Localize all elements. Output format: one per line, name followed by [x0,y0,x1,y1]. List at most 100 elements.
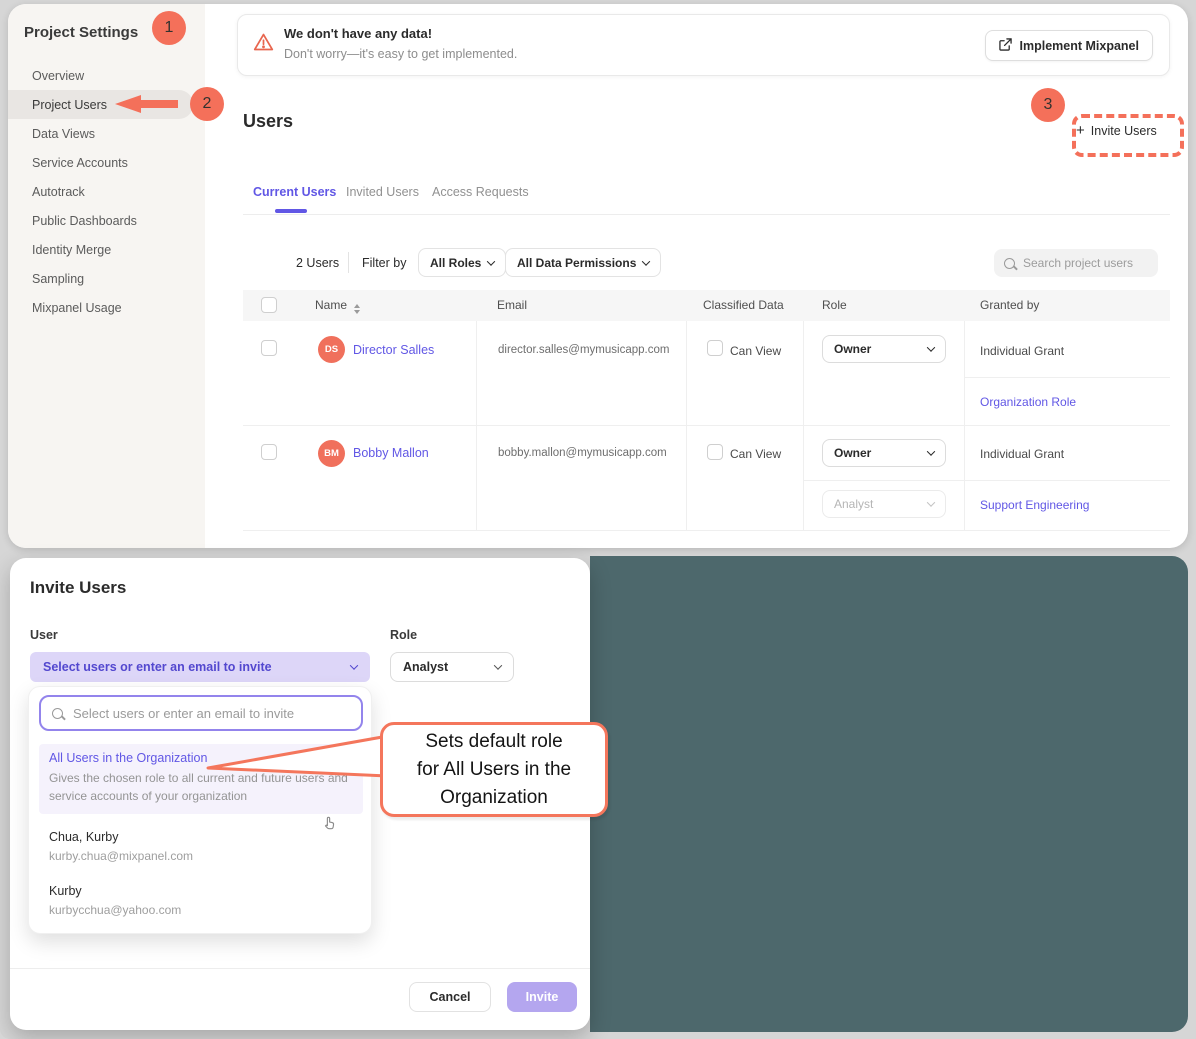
sort-icon [354,304,360,314]
support-engineering-link[interactable]: Support Engineering [980,498,1089,512]
warning-icon [253,32,274,57]
sidebar-item-mixpanel-usage[interactable]: Mixpanel Usage [8,293,205,322]
chevron-down-icon [494,661,502,669]
user-select-value: Select users or enter an email to invite [43,660,272,674]
sidebar: Project Settings Overview Project Users … [8,4,205,548]
sidebar-item-autotrack[interactable]: Autotrack [8,177,205,206]
chevron-down-icon [927,343,935,351]
page-title: Project Settings [24,24,138,41]
column-header-role: Role [822,298,847,312]
all-data-permissions-label: All Data Permissions [517,256,636,270]
column-header-classified-data: Classified Data [703,298,784,312]
can-view-checkbox[interactable] [707,444,723,460]
callout-text: Organization [440,784,548,812]
sidebar-item-data-views[interactable]: Data Views [8,119,205,148]
column-header-granted-by: Granted by [980,298,1039,312]
granted-by-value: Individual Grant [980,344,1064,358]
role-value: Analyst [834,497,873,511]
search-project-users-input[interactable]: Search project users [994,249,1158,277]
no-data-banner: We don't have any data! Don't worry—it's… [237,14,1170,76]
external-link-icon [999,38,1012,54]
sidebar-item-overview[interactable]: Overview [8,61,205,90]
select-all-checkbox[interactable] [261,297,277,313]
option-user[interactable]: Kurby kurbycchua@yahoo.com [49,884,181,917]
active-tab-indicator [275,209,307,213]
role-value: Owner [834,446,871,460]
user-name-link[interactable]: Bobby Mallon [353,446,429,460]
modal-footer-divider [10,968,590,969]
sidebar-item-public-dashboards[interactable]: Public Dashboards [8,206,205,235]
role-value: Owner [834,342,871,356]
organization-role-link[interactable]: Organization Role [980,395,1076,409]
sub-row-divider [964,377,1170,378]
step-2-badge: 2 [190,87,224,121]
column-header-email: Email [497,298,527,312]
option-user-name: Kurby [49,884,181,898]
invite-button[interactable]: Invite [507,982,577,1012]
step-3-badge: 3 [1031,88,1065,122]
search-placeholder: Search project users [1023,256,1133,270]
can-view-label: Can View [730,447,781,461]
hand-cursor-icon [321,815,338,837]
sidebar-item-service-accounts[interactable]: Service Accounts [8,148,205,177]
row-checkbox[interactable] [261,444,277,460]
user-dropdown-panel: Select users or enter an email to invite… [28,686,372,934]
role-select[interactable]: Owner [822,439,946,467]
role-select[interactable]: Owner [822,335,946,363]
can-view-label: Can View [730,344,781,358]
row-checkbox[interactable] [261,340,277,356]
sidebar-item-identity-merge[interactable]: Identity Merge [8,235,205,264]
annotation-arrow-icon [115,95,141,113]
all-roles-dropdown[interactable]: All Roles [418,248,506,277]
row-divider [243,425,1170,426]
sidebar-item-sampling[interactable]: Sampling [8,264,205,293]
filter-by-label: Filter by [362,256,406,270]
option-user-name: Chua, Kurby [49,830,193,844]
chevron-down-icon [927,447,935,455]
project-settings-page: Project Settings Overview Project Users … [8,4,1188,548]
user-email: bobby.mallon@mymusicapp.com [498,447,667,459]
column-header-name[interactable]: Name [315,298,360,314]
users-heading: Users [243,111,293,132]
table-bottom-divider [243,530,1170,531]
search-icon [1004,258,1015,269]
tab-access-requests[interactable]: Access Requests [432,185,529,199]
user-field-label: User [30,628,58,642]
modal-title: Invite Users [30,578,126,598]
annotation-arrow-tail [139,100,178,108]
avatar: DS [318,336,345,363]
plus-icon: + [1076,122,1085,139]
implement-mixpanel-button[interactable]: Implement Mixpanel [985,30,1153,61]
option-user-email: kurbycchua@yahoo.com [49,903,181,917]
banner-title: We don't have any data! [284,26,432,41]
option-user-email: kurby.chua@mixpanel.com [49,849,193,863]
invite-users-button[interactable]: + Invite Users [1076,122,1157,139]
callout-text: for All Users in the [417,756,571,784]
step-1-badge: 1 [152,11,186,45]
invite-users-label: Invite Users [1091,124,1157,138]
all-roles-label: All Roles [430,256,481,270]
tab-invited-users[interactable]: Invited Users [346,185,419,199]
granted-by-value: Individual Grant [980,447,1064,461]
chevron-down-icon [927,498,935,506]
option-user[interactable]: Chua, Kurby kurby.chua@mixpanel.com [49,830,193,863]
avatar: BM [318,440,345,467]
role-field-label: Role [390,628,417,642]
filter-divider [348,252,349,273]
role-dropdown[interactable]: Analyst [390,652,514,682]
sub-row-divider [803,480,1170,481]
can-view-checkbox[interactable] [707,340,723,356]
tab-current-users[interactable]: Current Users [253,185,336,199]
banner-subtitle: Don't worry—it's easy to get implemented… [284,47,517,61]
modal-overlay-backdrop [590,556,1188,1032]
tabs-divider [243,214,1170,215]
callout-text: Sets default role [425,728,562,756]
cancel-button[interactable]: Cancel [409,982,491,1012]
user-multiselect[interactable]: Select users or enter an email to invite [30,652,370,682]
user-name-link[interactable]: Director Salles [353,343,434,357]
role-select-disabled: Analyst [822,490,946,518]
implement-mixpanel-label: Implement Mixpanel [1020,39,1139,53]
chevron-down-icon [487,257,495,265]
search-icon [52,708,63,719]
all-data-permissions-dropdown[interactable]: All Data Permissions [505,248,661,277]
